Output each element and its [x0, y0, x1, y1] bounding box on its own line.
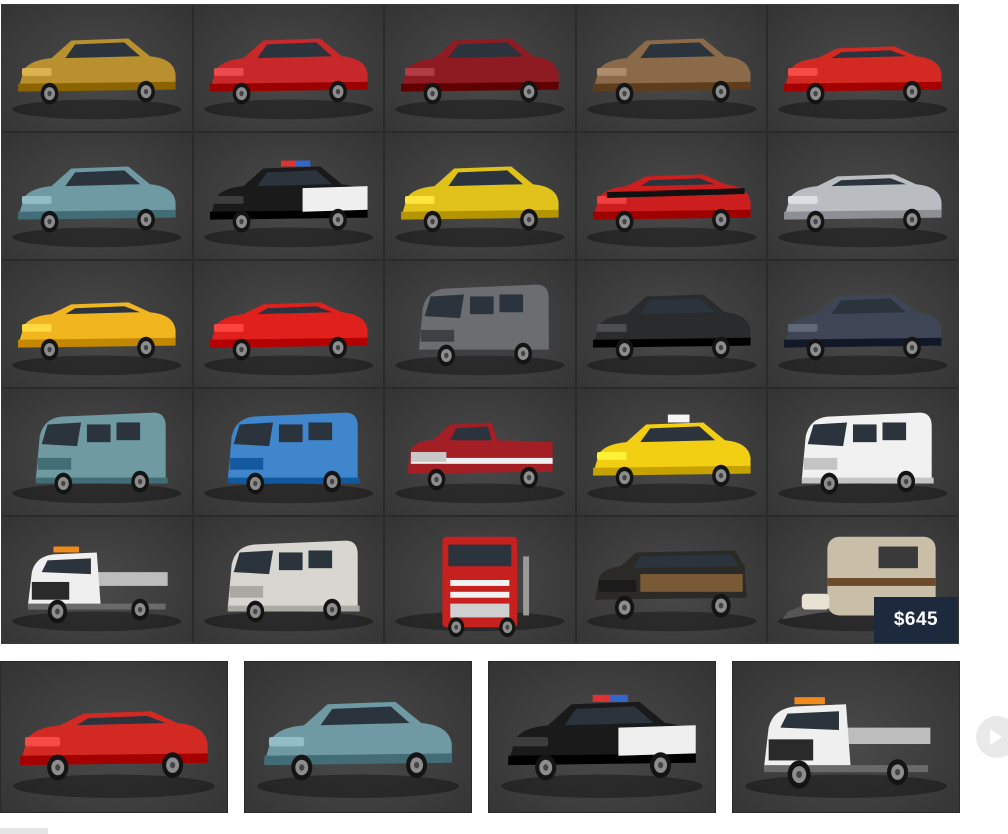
product-grid-cell[interactable] — [385, 5, 575, 131]
teal-caprice-sedan-car-icon — [12, 166, 182, 248]
product-grid-cell[interactable] — [2, 133, 192, 259]
police-sedan-thumbnail-icon — [501, 694, 703, 798]
yellow-corvette-c3-car-icon — [12, 302, 182, 376]
product-grid-cell[interactable] — [193, 133, 384, 259]
white-express-van-icon — [778, 412, 948, 504]
product-grid-cell[interactable] — [576, 5, 767, 131]
product-grid-cell[interactable] — [576, 517, 767, 643]
police-sedan-car-icon — [203, 160, 374, 248]
maroon-classic-sedan-car-icon — [395, 38, 565, 120]
product-grid-cell[interactable] — [385, 517, 575, 643]
red-camaro-car-icon — [778, 46, 948, 120]
product-grid-cell[interactable] — [193, 261, 384, 387]
white-tow-truck-icon — [12, 546, 182, 632]
silver-corvette-c2-car-icon — [778, 174, 948, 248]
red-white-pickup-truck-icon — [395, 422, 565, 504]
product-grid-cell[interactable] — [2, 389, 192, 515]
gray-step-van-truck-icon — [395, 284, 565, 376]
product-grid-cell[interactable] — [576, 261, 767, 387]
gallery-thumbnail[interactable] — [732, 661, 960, 813]
product-grid-cell[interactable] — [576, 133, 767, 259]
blue-white-chevy-van-icon — [203, 412, 374, 504]
product-grid-cell[interactable] — [2, 517, 192, 643]
product-grid-cell[interactable]: $645 — [768, 517, 958, 643]
product-grid-cell[interactable] — [576, 389, 767, 515]
red-camaro-thumbnail-icon — [13, 711, 215, 798]
red-chevy-bel-air-car-icon — [203, 38, 374, 120]
gallery-thumbnail[interactable] — [0, 661, 228, 813]
white-tow-truck-thumbnail-icon — [745, 697, 947, 798]
product-grid-cell[interactable] — [193, 517, 384, 643]
play-next-icon — [990, 729, 1002, 745]
product-grid-cell[interactable] — [768, 389, 958, 515]
product-grid-cell[interactable] — [768, 133, 958, 259]
next-thumbnails-button[interactable] — [976, 716, 1008, 758]
teal-caprice-thumbnail-icon — [257, 701, 459, 798]
red-chevelle-car-icon — [586, 174, 757, 248]
thumbnail-strip — [0, 661, 960, 813]
gallery-thumbnail[interactable] — [488, 661, 716, 813]
product-grid-cell[interactable] — [193, 389, 384, 515]
product-grid-cell[interactable] — [2, 5, 192, 131]
yellow-taxi-sedan-car-icon — [395, 166, 565, 248]
product-grid-cell[interactable] — [385, 389, 575, 515]
product-grid-cell[interactable] — [2, 261, 192, 387]
bronze-toronado-car-icon — [586, 38, 757, 120]
product-grid-cell[interactable] — [385, 261, 575, 387]
red-semi-truck-cab-icon — [395, 536, 565, 638]
teal-econoline-van-icon — [12, 412, 182, 504]
black-grand-wagoneer-icon — [586, 550, 757, 632]
red-corvette-c4-car-icon — [203, 302, 374, 376]
product-image-grid: $645 — [1, 4, 959, 644]
yellow-crown-victoria-taxi-icon — [586, 414, 757, 504]
golden-firebird-car-icon — [12, 38, 182, 120]
price-badge: $645 — [874, 597, 958, 643]
product-grid-cell[interactable] — [385, 133, 575, 259]
product-grid-cell[interactable] — [768, 261, 958, 387]
navy-crown-victoria-car-icon — [778, 294, 948, 376]
white-chevy-van-icon — [203, 540, 374, 632]
gallery-thumbnail[interactable] — [244, 661, 472, 813]
product-grid-cell[interactable] — [193, 5, 384, 131]
page-footer-stub — [0, 828, 48, 834]
product-grid-cell[interactable] — [768, 5, 958, 131]
black-charger-car-icon — [586, 294, 757, 376]
